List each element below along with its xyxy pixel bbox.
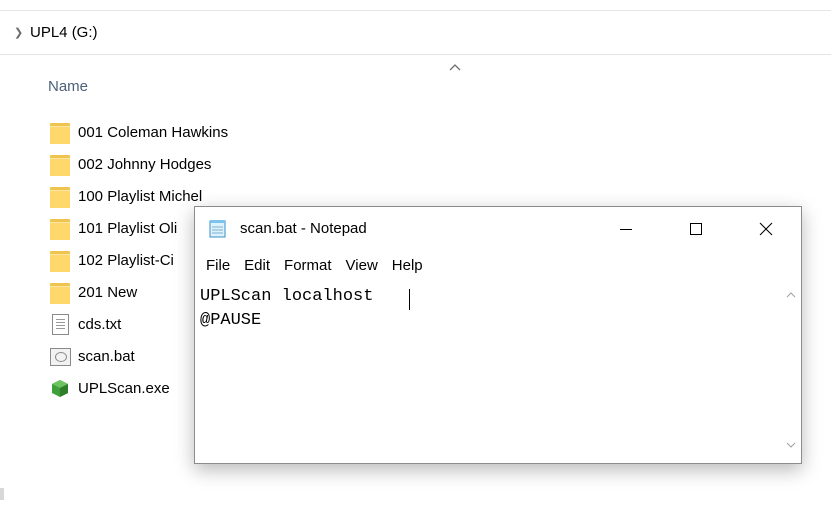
- minimize-icon: [620, 229, 632, 230]
- file-name: 102 Playlist-Ci: [78, 251, 174, 269]
- menu-file[interactable]: File: [195, 253, 238, 279]
- list-item[interactable]: 001 Coleman Hawkins: [50, 116, 410, 148]
- list-item[interactable]: 002 Johnny Hodges: [50, 148, 410, 180]
- text-file-icon: [50, 313, 70, 335]
- breadcrumb[interactable]: ❯ UPL4 (G:): [0, 20, 831, 46]
- file-name: 001 Coleman Hawkins: [78, 123, 229, 141]
- file-name: 100 Playlist Michel: [78, 187, 203, 205]
- sort-ascending-icon[interactable]: [448, 62, 462, 72]
- folder-icon: [50, 281, 70, 304]
- file-name: 002 Johnny Hodges: [78, 155, 212, 173]
- menu-view[interactable]: View: [335, 253, 386, 279]
- batch-file-icon: [50, 345, 71, 367]
- close-icon: [759, 222, 773, 236]
- file-name: 101 Playlist Oli: [78, 219, 178, 237]
- folder-icon: [50, 249, 70, 272]
- menu-edit[interactable]: Edit: [233, 253, 278, 279]
- maximize-icon: [690, 223, 702, 235]
- window-title: scan.bat - Notepad: [240, 220, 367, 237]
- column-header-name[interactable]: Name: [48, 78, 88, 95]
- notepad-icon: [209, 220, 226, 238]
- editor-content[interactable]: UPLScan localhost @PAUSE: [200, 285, 373, 333]
- file-name: scan.bat: [78, 347, 135, 365]
- folder-icon: [50, 217, 70, 240]
- close-button[interactable]: [743, 207, 789, 251]
- scroll-up-icon[interactable]: [786, 291, 796, 299]
- text-editor[interactable]: UPLScan localhost @PAUSE: [195, 281, 781, 463]
- vertical-scrollbar[interactable]: [781, 281, 801, 463]
- top-divider: [0, 10, 831, 11]
- menu-format[interactable]: Format: [273, 253, 340, 279]
- menu-help[interactable]: Help: [381, 253, 431, 279]
- folder-icon: [50, 153, 70, 176]
- file-name: cds.txt: [78, 315, 122, 333]
- title-bar[interactable]: scan.bat - Notepad: [195, 207, 801, 251]
- executable-icon: [50, 377, 70, 399]
- file-name: UPLScan.exe: [78, 379, 170, 397]
- address-divider: [0, 54, 831, 55]
- folder-icon: [50, 185, 70, 208]
- file-name: 201 New: [78, 283, 138, 301]
- minimize-button[interactable]: [603, 207, 649, 251]
- breadcrumb-drive[interactable]: UPL4 (G:): [30, 24, 98, 41]
- notepad-window: scan.bat - Notepad File Edit Format View…: [194, 206, 802, 464]
- text-caret: [409, 289, 410, 310]
- scroll-edge: [0, 488, 4, 500]
- chevron-right-icon[interactable]: ❯: [14, 26, 23, 39]
- scroll-down-icon[interactable]: [786, 441, 796, 449]
- maximize-button[interactable]: [673, 207, 719, 251]
- menu-bar: File Edit Format View Help: [195, 253, 426, 279]
- folder-icon: [50, 121, 70, 144]
